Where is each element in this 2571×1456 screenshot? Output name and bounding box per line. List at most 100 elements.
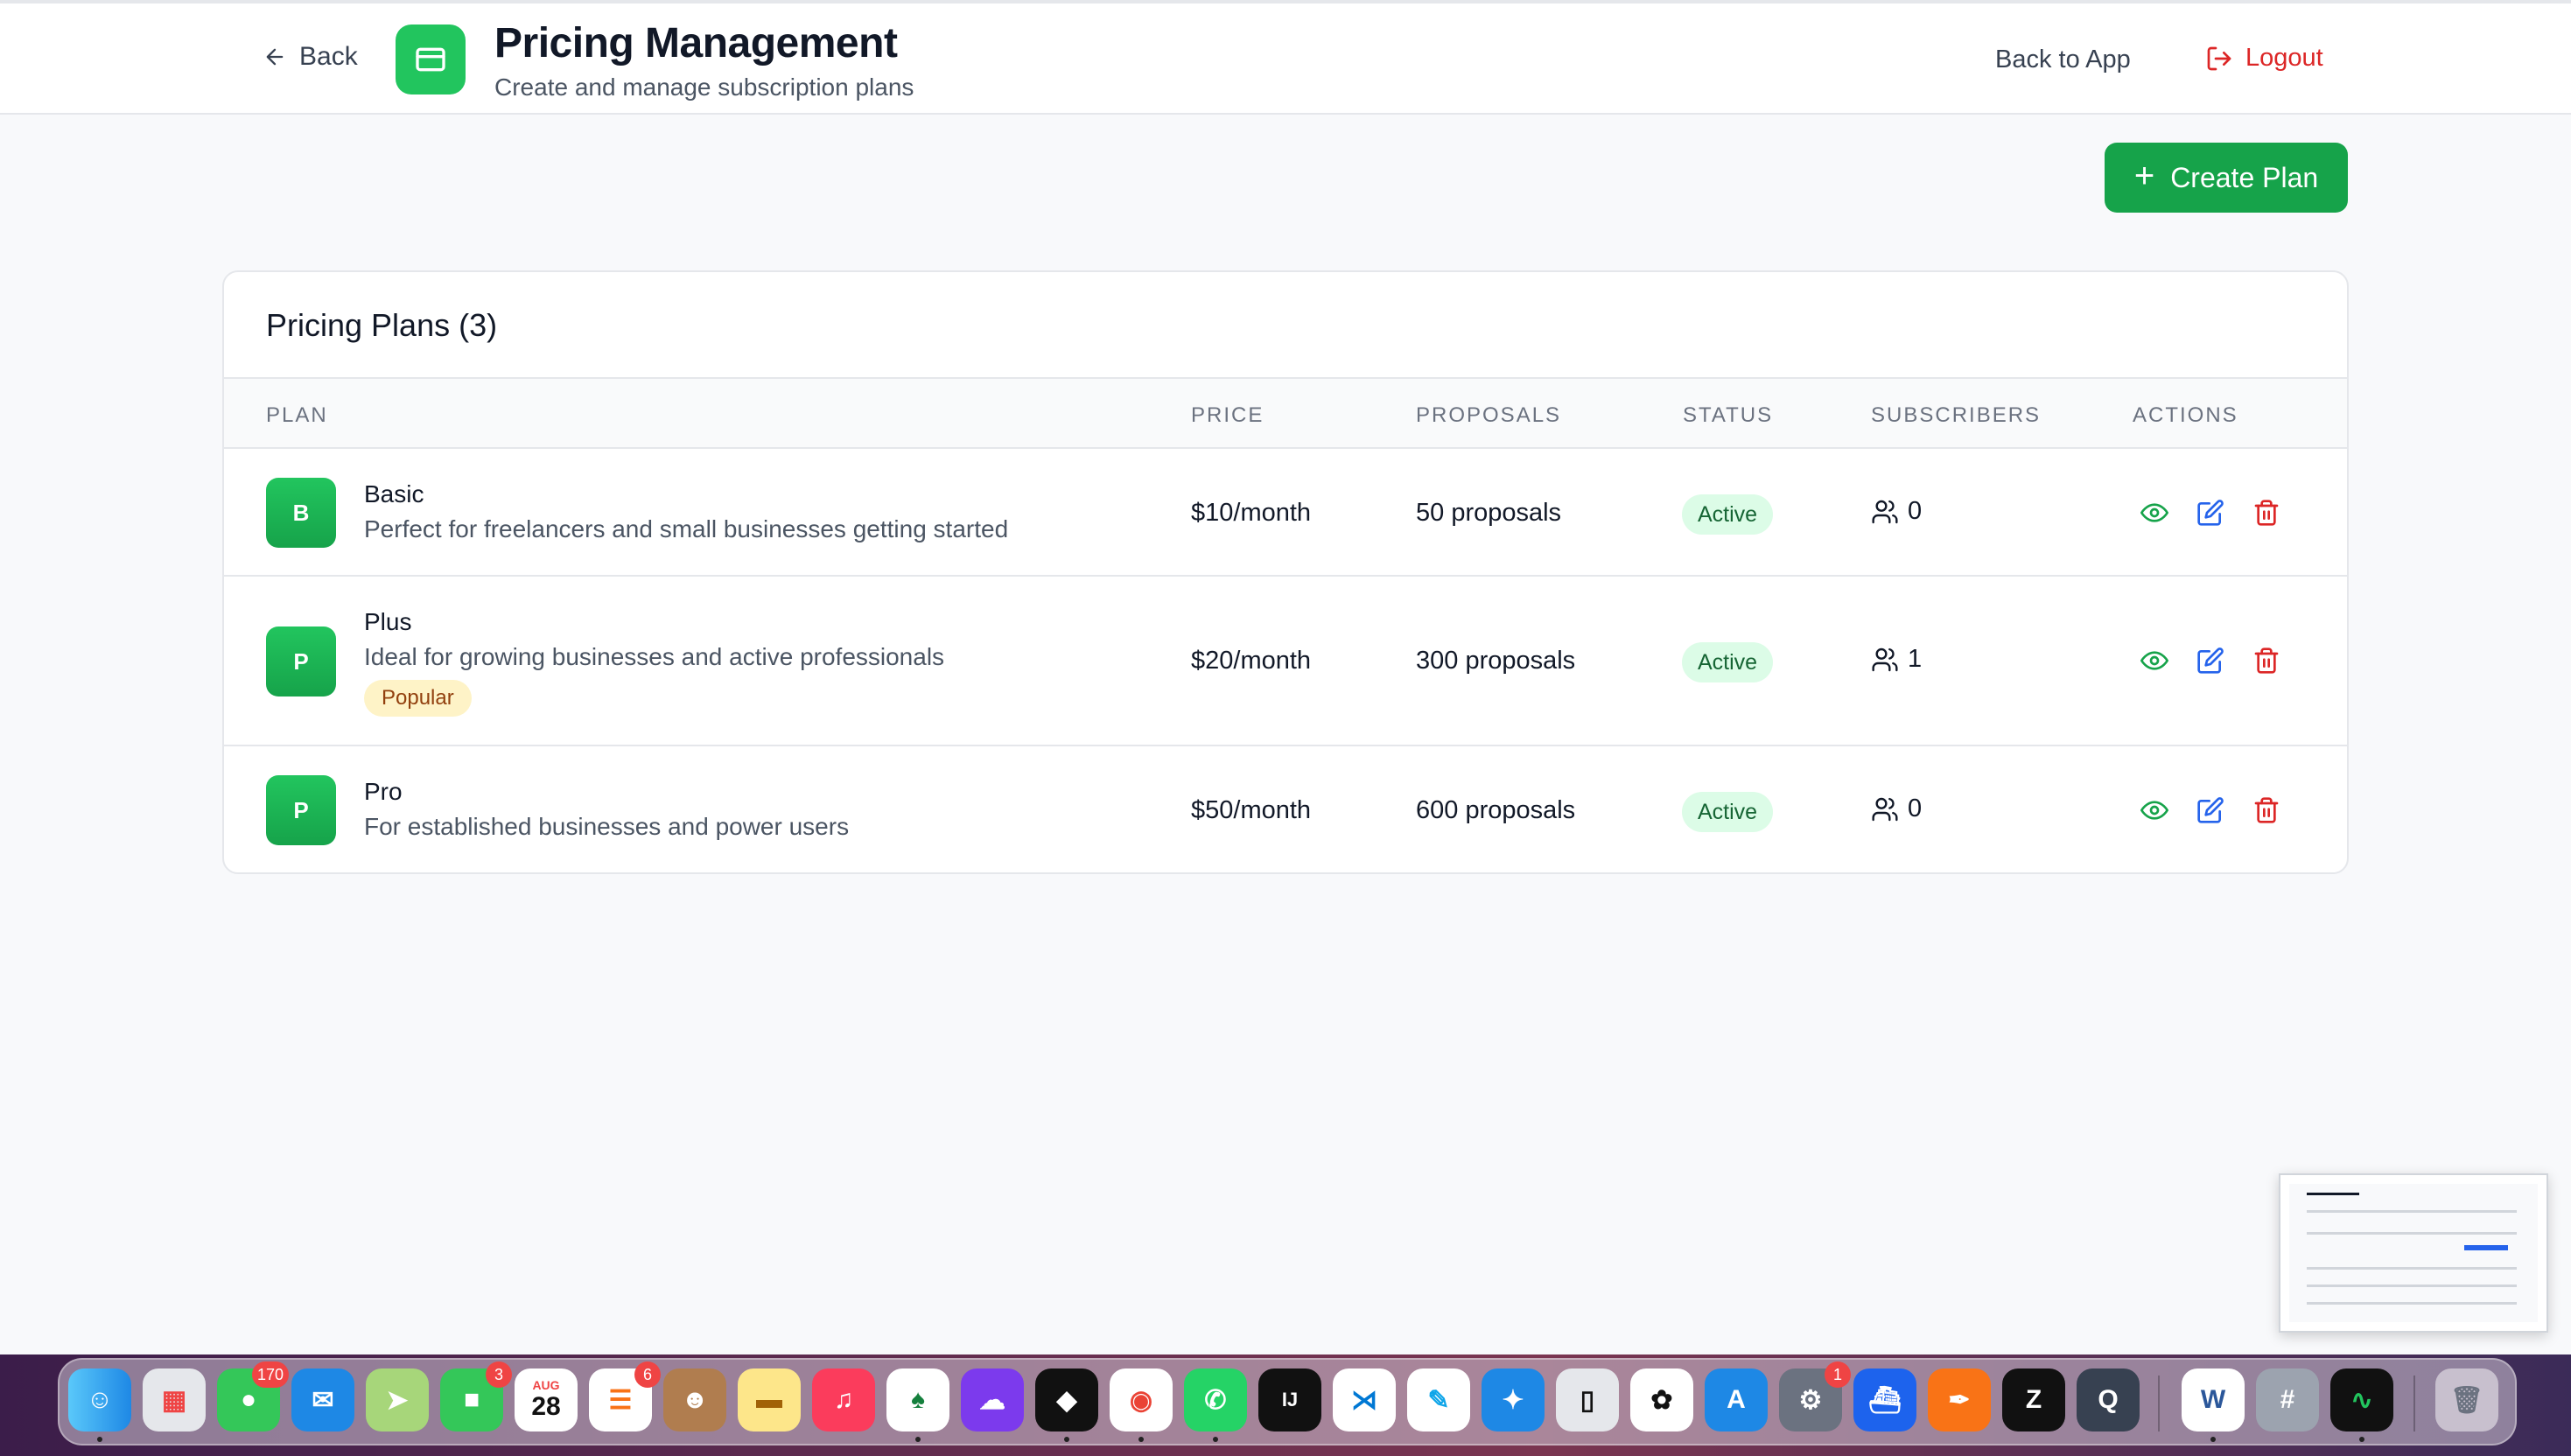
activity-monitor-icon[interactable]: ∿ bbox=[2330, 1368, 2393, 1432]
table-row: B Basic Perfect for freelancers and smal… bbox=[224, 449, 2347, 577]
status-badge: Active bbox=[1682, 792, 1774, 832]
page-subtitle: Create and manage subscription plans bbox=[494, 74, 914, 101]
running-indicator bbox=[1213, 1437, 1218, 1442]
logout-icon bbox=[2207, 46, 2231, 70]
row-actions bbox=[2140, 499, 2280, 527]
calculator-icon[interactable]: # bbox=[2256, 1368, 2319, 1432]
running-indicator bbox=[1138, 1437, 1144, 1442]
whatsapp-icon[interactable]: ✆ bbox=[1184, 1368, 1247, 1432]
finder-icon[interactable]: ☺ bbox=[68, 1368, 131, 1432]
row-actions bbox=[2140, 647, 2280, 675]
view-button[interactable] bbox=[2140, 647, 2168, 675]
edit-button[interactable] bbox=[2196, 796, 2224, 824]
launchpad-icon[interactable]: ▦ bbox=[143, 1368, 206, 1432]
running-indicator bbox=[97, 1437, 102, 1442]
plan-price: $20/month bbox=[1191, 647, 1312, 675]
view-button[interactable] bbox=[2140, 499, 2168, 527]
table-row: P Plus Ideal for growing businesses and … bbox=[224, 577, 2347, 746]
back-to-app-link[interactable]: Back to App bbox=[1995, 46, 2131, 74]
app-header: Back Pricing Management Create and manag… bbox=[0, 0, 2571, 115]
docker-icon[interactable]: ⛴ bbox=[1853, 1368, 1916, 1432]
delete-button[interactable] bbox=[2252, 796, 2280, 824]
mail-icon[interactable]: ✉ bbox=[291, 1368, 354, 1432]
trash-icon[interactable]: 🗑 bbox=[2435, 1368, 2498, 1432]
pen-icon[interactable]: ✒ bbox=[1928, 1368, 1991, 1432]
system-settings-icon[interactable]: ⚙ 1 bbox=[1779, 1362, 1851, 1432]
plan-proposals: 50 proposals bbox=[1416, 499, 1562, 527]
plan-name: Pro bbox=[364, 778, 403, 805]
arrow-left-icon bbox=[266, 48, 284, 66]
app-store-icon[interactable]: A bbox=[1705, 1368, 1768, 1432]
logout-button[interactable]: Logout bbox=[2205, 44, 2323, 73]
plan-description: For established businesses and power use… bbox=[364, 813, 850, 840]
plan-avatar: P bbox=[266, 775, 336, 845]
column-header-subscribers: SUBSCRIBERS bbox=[1871, 403, 2042, 427]
card-title: Pricing Plans (3) bbox=[266, 307, 498, 343]
chatgpt-icon[interactable]: ✿ bbox=[1630, 1368, 1693, 1432]
column-header-price: PRICE bbox=[1191, 403, 1264, 427]
plan-avatar: B bbox=[266, 478, 336, 548]
running-indicator bbox=[2359, 1437, 2364, 1442]
calendar-icon[interactable]: AUG 28 bbox=[515, 1368, 578, 1432]
calendar-day: 28 bbox=[531, 1392, 561, 1421]
facetime-icon[interactable]: ■ 3 bbox=[440, 1362, 512, 1432]
subscriber-value: 0 bbox=[1908, 794, 1923, 822]
credit-card-icon bbox=[396, 24, 466, 94]
trash-icon bbox=[2254, 500, 2279, 526]
safari-icon[interactable]: ✦ bbox=[1482, 1368, 1545, 1432]
notes-icon[interactable]: ▬ bbox=[738, 1368, 801, 1432]
delete-button[interactable] bbox=[2252, 499, 2280, 527]
plus-icon: + bbox=[2133, 157, 2155, 195]
chrome-icon[interactable]: ◉ bbox=[1110, 1368, 1173, 1432]
mongodb-icon[interactable]: ♠ bbox=[886, 1368, 949, 1432]
column-header-proposals: PROPOSALS bbox=[1416, 403, 1562, 427]
table-header: PLAN PRICE PROPOSALS STATUS SUBSCRIBERS … bbox=[224, 377, 2347, 449]
back-button[interactable]: Back bbox=[263, 42, 358, 72]
reminders-icon[interactable]: ☰ 6 bbox=[589, 1362, 661, 1432]
vscode-icon[interactable]: ⋊ bbox=[1333, 1368, 1396, 1432]
delete-button[interactable] bbox=[2252, 647, 2280, 675]
plan-description: Perfect for freelancers and small busine… bbox=[364, 515, 1009, 542]
intellij-icon[interactable]: IJ bbox=[1258, 1368, 1321, 1432]
trash-icon bbox=[2254, 797, 2279, 823]
plan-proposals: 300 proposals bbox=[1416, 647, 1576, 675]
column-header-status: STATUS bbox=[1683, 403, 1774, 427]
edit-icon bbox=[2197, 797, 2224, 823]
eye-icon bbox=[2140, 801, 2168, 820]
music-icon[interactable]: ♫ bbox=[812, 1368, 875, 1432]
back-label: Back bbox=[299, 42, 358, 71]
column-header-plan: PLAN bbox=[266, 403, 328, 427]
plan-proposals: 600 proposals bbox=[1416, 796, 1576, 824]
view-button[interactable] bbox=[2140, 796, 2168, 824]
calendar-month: AUG bbox=[532, 1378, 560, 1392]
thumbnail-preview bbox=[2289, 1184, 2538, 1322]
freeform-icon[interactable]: ✎ bbox=[1407, 1368, 1470, 1432]
create-plan-button[interactable]: + Create Plan bbox=[2105, 143, 2348, 213]
eye-icon bbox=[2140, 503, 2168, 522]
facetime-badge: 3 bbox=[486, 1362, 512, 1388]
eye-icon bbox=[2140, 651, 2168, 670]
ghost-icon[interactable]: ☁ bbox=[961, 1368, 1024, 1432]
status-badge: Active bbox=[1682, 642, 1774, 682]
iphone-mirroring-icon[interactable]: ▯ bbox=[1556, 1368, 1619, 1432]
messages-icon[interactable]: ● 170 bbox=[217, 1362, 289, 1432]
plan-name: Plus bbox=[364, 608, 412, 635]
users-icon bbox=[1872, 500, 1898, 523]
screenshot-thumbnail[interactable] bbox=[2279, 1173, 2548, 1333]
edit-icon bbox=[2197, 648, 2224, 674]
word-icon[interactable]: W bbox=[2182, 1368, 2245, 1432]
contacts-icon[interactable]: ☻ bbox=[663, 1368, 726, 1432]
edit-button[interactable] bbox=[2196, 647, 2224, 675]
system-settings-badge: 1 bbox=[1825, 1362, 1851, 1388]
column-header-actions: ACTIONS bbox=[2133, 403, 2238, 427]
zed-icon[interactable]: Z bbox=[2002, 1368, 2065, 1432]
subscriber-value: 1 bbox=[1908, 645, 1923, 673]
edit-icon bbox=[2197, 500, 2224, 526]
maps-icon[interactable]: ➤ bbox=[366, 1368, 429, 1432]
quicktime-icon[interactable]: Q bbox=[2077, 1368, 2140, 1432]
cursor-icon[interactable]: ◆ bbox=[1035, 1368, 1098, 1432]
running-indicator bbox=[915, 1437, 921, 1442]
messages-badge: 170 bbox=[251, 1362, 289, 1388]
edit-button[interactable] bbox=[2196, 499, 2224, 527]
dock-separator bbox=[2158, 1376, 2160, 1432]
